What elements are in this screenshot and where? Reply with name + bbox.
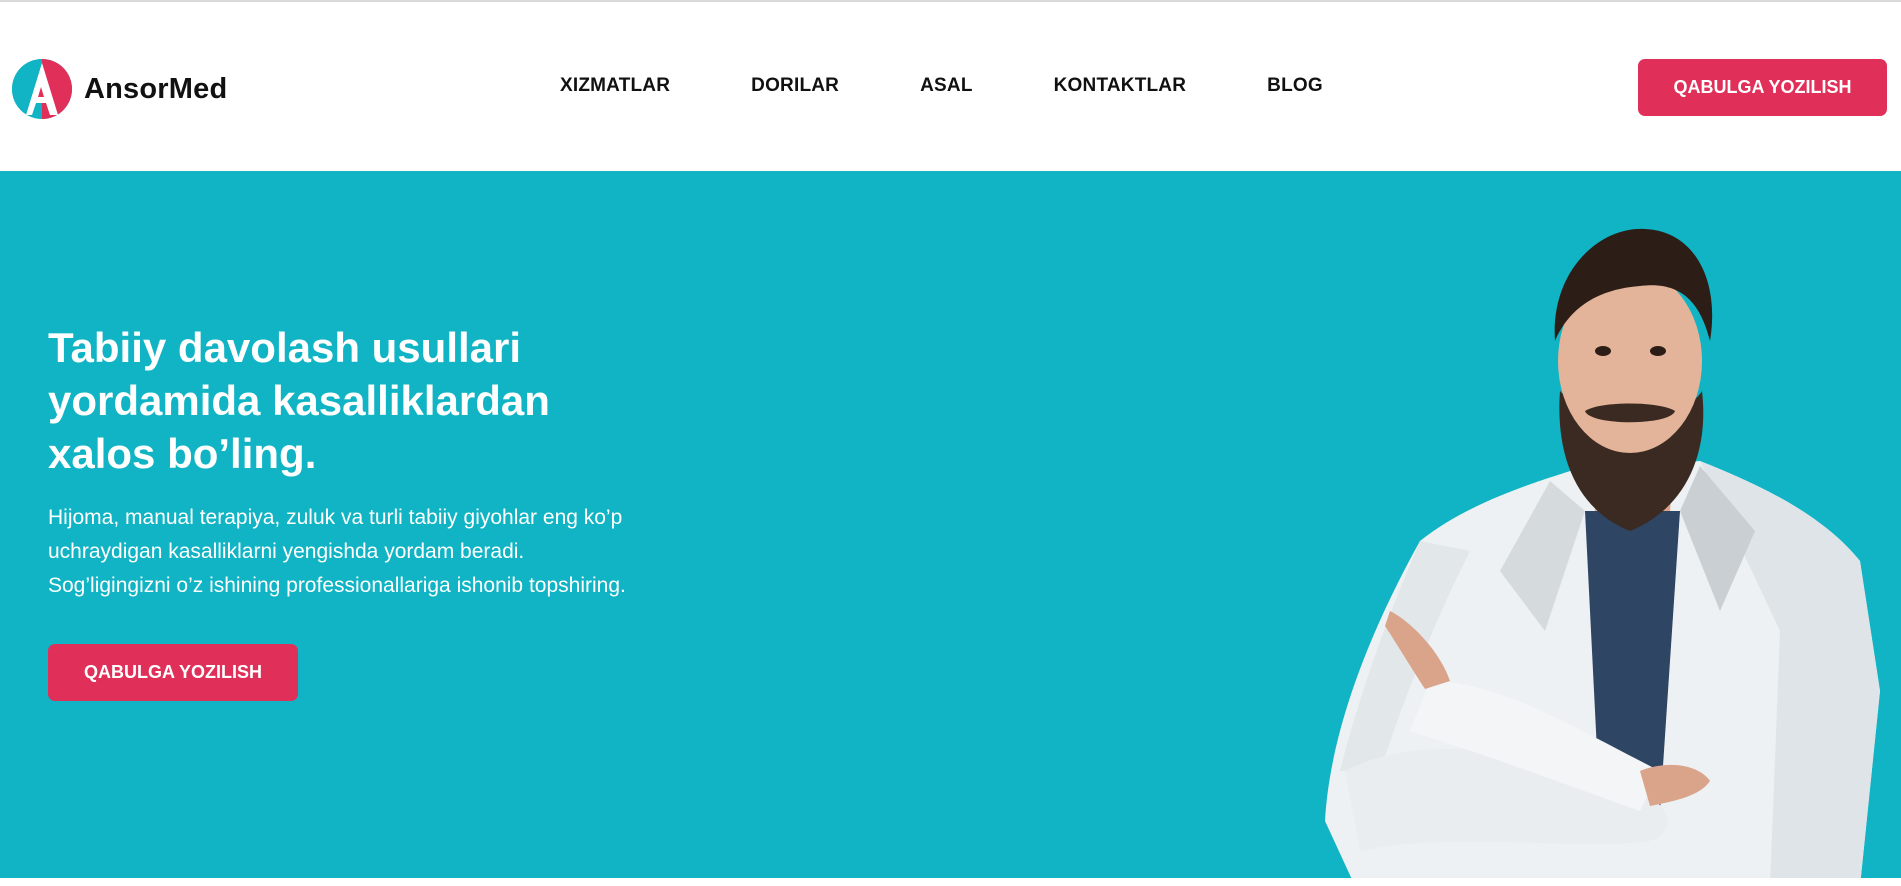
- nav-item-dorilar[interactable]: DORILAR: [751, 75, 839, 97]
- brand-name: AnsorMed: [84, 72, 228, 105]
- nav-item-blog[interactable]: BLOG: [1267, 75, 1323, 97]
- nav-item-xizmatlar[interactable]: XIZMATLAR: [560, 75, 670, 97]
- nav-item-asal[interactable]: ASAL: [920, 75, 973, 97]
- logo-link[interactable]: AnsorMed: [10, 54, 227, 124]
- hero-title-line-2: yordamida kasalliklardan: [48, 377, 550, 424]
- hero-description-line-1: Hijoma, manual terapiya, zuluk va turli …: [48, 506, 623, 529]
- doctor-portrait-image: [1325, 228, 1880, 886]
- hero-title-line-3: xalos bo’ling.: [48, 430, 317, 477]
- site-header: AnsorMed XIZMATLAR DORILAR ASAL KONTAKTL…: [0, 2, 1901, 170]
- hero-section: Tabiiy davolash usullari yordamida kasal…: [0, 171, 1901, 886]
- ansormed-logo-icon: [11, 59, 72, 119]
- hero-title-line-1: Tabiiy davolash usullari: [48, 324, 522, 371]
- hero-title: Tabiiy davolash usullari yordamida kasal…: [48, 321, 728, 480]
- hero-appointment-button[interactable]: QABULGA YOZILISH: [48, 644, 298, 701]
- bottom-strip: [0, 878, 1901, 886]
- nav-item-kontaktlar[interactable]: KONTAKTLAR: [1054, 75, 1187, 97]
- hero-description-line-2: uchraydigan kasalliklarni yengishda yord…: [48, 540, 525, 563]
- hero-description: Hijoma, manual terapiya, zuluk va turli …: [48, 501, 748, 603]
- hero-description-line-3: Sog’ligingizni o’z ishining professional…: [48, 574, 626, 597]
- main-nav: XIZMATLAR DORILAR ASAL KONTAKTLAR BLOG: [560, 75, 1323, 97]
- header-appointment-button[interactable]: QABULGA YOZILISH: [1638, 59, 1887, 116]
